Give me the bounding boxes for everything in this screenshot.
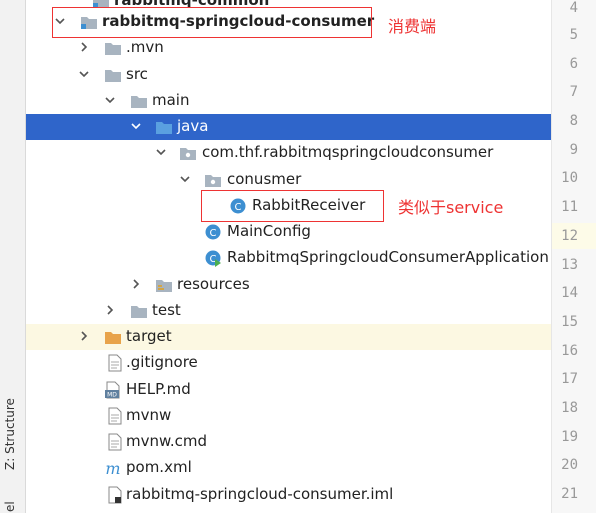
- tree-item-label: mvnw: [126, 406, 172, 424]
- folder-icon: [105, 70, 121, 82]
- chevron-down-icon[interactable]: [130, 120, 142, 132]
- tree-item-pom[interactable]: m pom.xml: [26, 455, 551, 481]
- service-annotation-box: [201, 190, 384, 222]
- markdown-file-icon: MD: [105, 381, 120, 399]
- line-number: 8: [569, 113, 578, 129]
- left-tool-strip: Z: Structure el: [0, 0, 26, 513]
- source-folder-icon: [156, 122, 172, 134]
- svg-text:MD: MD: [107, 392, 117, 399]
- tree-item-label: resources: [177, 275, 250, 293]
- maven-icon: m: [105, 459, 120, 477]
- chevron-down-icon[interactable]: [104, 94, 116, 106]
- line-number: 12: [561, 228, 578, 244]
- chevron-down-icon[interactable]: [155, 146, 167, 158]
- consumer-annotation-text: 消费端: [388, 17, 437, 36]
- tree-item-label: src: [126, 65, 148, 83]
- line-number: 9: [569, 142, 578, 158]
- tree-item-label: mvnw.cmd: [126, 432, 208, 450]
- chevron-right-icon[interactable]: [78, 330, 90, 342]
- line-number: 4: [569, 0, 578, 16]
- chevron-down-icon[interactable]: [179, 173, 191, 185]
- svg-text:m: m: [105, 459, 120, 477]
- line-number: 19: [561, 429, 578, 445]
- tree-item-label: MainConfig: [227, 222, 311, 240]
- tree-item-help[interactable]: MD HELP.md: [26, 377, 551, 403]
- tree-item-resources[interactable]: resources: [26, 272, 551, 298]
- tree-item-label: .mvn: [126, 38, 164, 56]
- text-file-icon: [108, 433, 122, 451]
- excluded-folder-icon: [105, 332, 121, 344]
- line-number: 18: [561, 400, 578, 416]
- tree-item-package[interactable]: com.thf.rabbitmqspringcloudconsumer: [26, 140, 551, 166]
- project-tree: rabbitmq-common rabbitmq-springcloud-con…: [26, 0, 551, 513]
- text-file-icon: [108, 354, 122, 372]
- tree-item-test[interactable]: test: [26, 298, 551, 324]
- line-number: 5: [569, 27, 578, 43]
- svg-text:C: C: [210, 228, 217, 239]
- chevron-right-icon[interactable]: [104, 304, 116, 316]
- tree-item-label: java: [177, 117, 209, 135]
- consumer-annotation-box: [52, 7, 372, 38]
- line-number: 13: [561, 257, 578, 273]
- tree-item-label: main: [152, 91, 190, 109]
- service-annotation-text: 类似于service: [398, 198, 504, 217]
- tree-item-mvn[interactable]: .mvn: [26, 35, 551, 61]
- tree-item-mvnwcmd[interactable]: mvnw.cmd: [26, 429, 551, 455]
- folder-icon: [131, 306, 147, 318]
- chevron-right-icon[interactable]: [78, 41, 90, 53]
- tree-item-java[interactable]: java: [26, 114, 551, 140]
- tree-item-label: target: [126, 327, 172, 345]
- bottom-tool-tab[interactable]: el: [3, 501, 17, 512]
- tree-item-mvnw[interactable]: mvnw: [26, 403, 551, 429]
- line-number: 15: [561, 314, 578, 330]
- line-number: 11: [561, 199, 578, 215]
- folder-icon: [105, 43, 121, 55]
- text-file-icon: [108, 407, 122, 425]
- tree-item-main[interactable]: main: [26, 88, 551, 114]
- chevron-right-icon[interactable]: [130, 278, 142, 290]
- package-icon: [205, 175, 221, 187]
- tree-item-label: test: [152, 301, 181, 319]
- tree-item-label: conusmer: [227, 170, 302, 188]
- structure-tool-tab[interactable]: Z: Structure: [3, 398, 17, 470]
- tree-item-target[interactable]: target: [26, 324, 551, 350]
- tree-item-gitignore[interactable]: .gitignore: [26, 350, 551, 376]
- tree-item-label: pom.xml: [126, 458, 192, 476]
- package-icon: [180, 148, 196, 160]
- editor-gutter: 4 5 6 7 8 9 10 11 12 13 14 15 16 17 18 1…: [551, 0, 596, 513]
- resources-folder-icon: [156, 280, 172, 292]
- line-number: 17: [561, 371, 578, 387]
- line-number: 7: [569, 84, 578, 100]
- line-number: 6: [569, 56, 578, 72]
- tree-item-mainconfig[interactable]: C MainConfig: [26, 219, 551, 245]
- tree-item-label: RabbitmqSpringcloudConsumerApplication: [227, 248, 549, 266]
- tree-item-label: rabbitmq-springcloud-consumer.iml: [126, 485, 394, 503]
- tree-item-iml[interactable]: rabbitmq-springcloud-consumer.iml: [26, 482, 551, 508]
- spring-boot-class-icon: C: [205, 250, 221, 267]
- tree-item-label: .gitignore: [126, 353, 198, 371]
- line-number: 21: [561, 486, 578, 502]
- tree-item-src[interactable]: src: [26, 62, 551, 88]
- tree-item-application[interactable]: C RabbitmqSpringcloudConsumerApplication: [26, 245, 551, 271]
- line-number: 14: [561, 285, 578, 301]
- line-number: 16: [561, 343, 578, 359]
- line-number: 10: [561, 170, 578, 186]
- class-icon: C: [205, 224, 221, 240]
- tree-item-label: HELP.md: [126, 380, 191, 398]
- module-file-icon: [108, 486, 122, 504]
- folder-icon: [131, 96, 147, 108]
- line-number: 20: [561, 457, 578, 473]
- tree-item-label: com.thf.rabbitmqspringcloudconsumer: [202, 143, 494, 161]
- chevron-down-icon[interactable]: [78, 68, 90, 80]
